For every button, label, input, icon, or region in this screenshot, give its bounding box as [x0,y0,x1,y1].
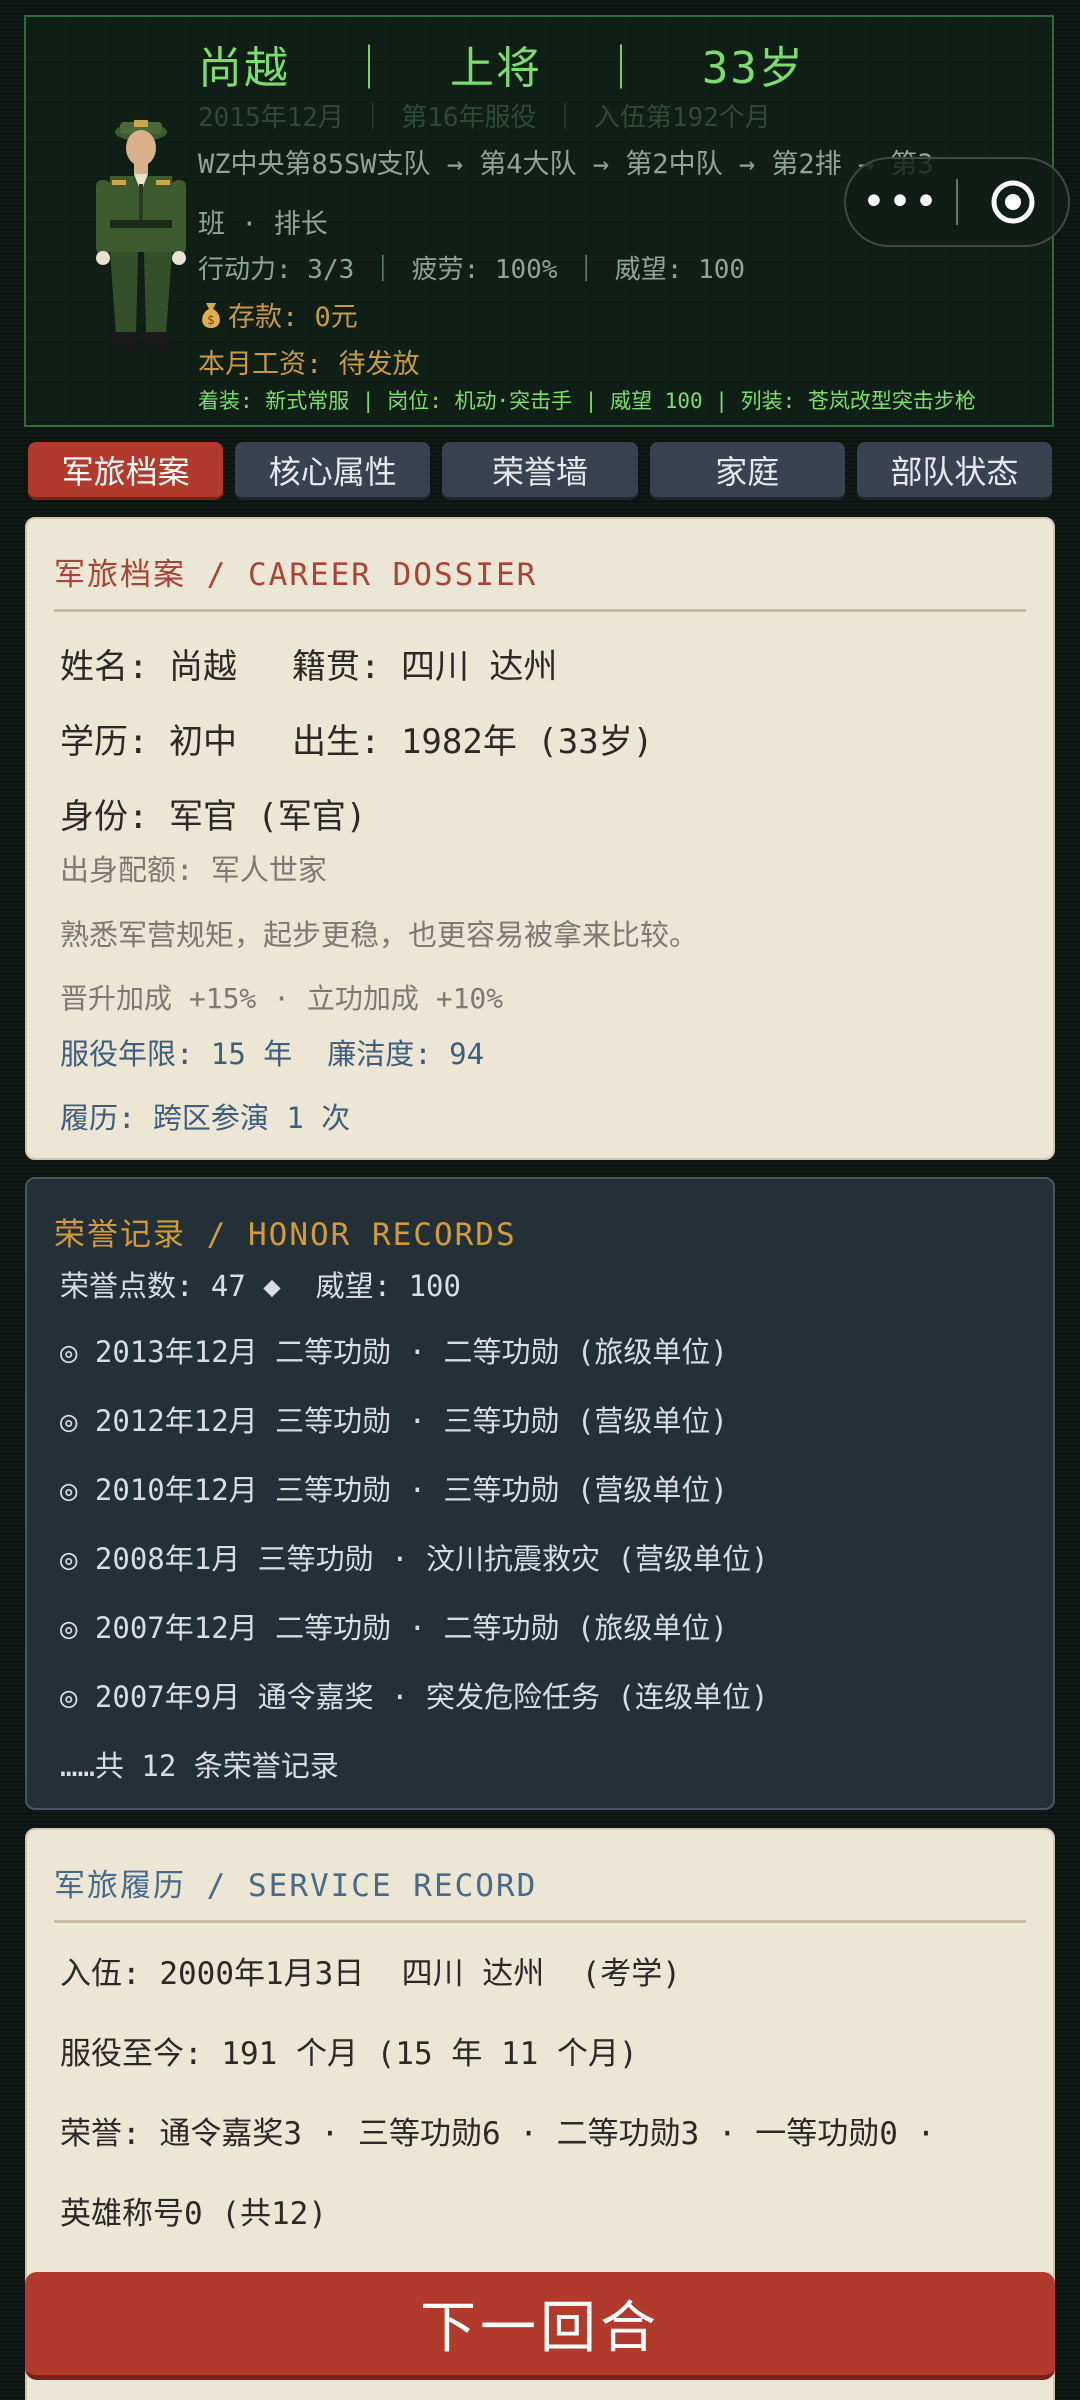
tab-bar: 军旅档案 核心属性 荣誉墙 家庭 部队状态 [28,442,1053,500]
identity-field: 身份: 军官 (军官) [60,797,367,837]
education-field: 学历: 初中 [60,722,237,762]
honor-records-card: 荣誉记录 / HONOR RECORDS 荣誉点数: 47 ◆ 威望: 100 … [25,1177,1055,1810]
service-divider [54,1920,1026,1923]
honor-more: ……共 12 条荣誉记录 [60,1749,339,1783]
honor-title: 荣誉记录 / HONOR RECORDS [54,1217,517,1253]
tab-career-dossier[interactable]: 军旅档案 [28,442,224,500]
money-bag-icon: $ [202,302,220,328]
svg-text:$: $ [207,313,215,327]
savings: $ 存款: 0元 [198,295,358,334]
honor-record: ◎ 2010年12月 三等功勋 · 三等功勋 (营级单位) [60,1473,728,1507]
honor-summary-cont: 英雄称号0 (共12) [60,2196,327,2232]
honor-record: ◎ 2007年9月 通令嘉奖 · 突发危险任务 (连级单位) [60,1680,769,1714]
origin-quota: 出身配额: 军人世家 [60,853,327,887]
service-years-integrity: 服役年限: 15 年 廉洁度: 94 [60,1037,485,1071]
tab-honor-wall[interactable]: 荣誉墙 [442,442,638,500]
honor-summary: 荣誉: 通令嘉奖3 · 三等功勋6 · 二等功勋3 · 一等功勋0 · [60,2116,936,2152]
character-header: 尚越 ｜ 上将 ｜ 33岁 2015年12月 ｜ 第16年服役 ｜ 入伍第192… [24,15,1070,427]
enlist-info: 入伍: 2000年1月3日 四川 达州 (考学) [60,1956,681,1992]
action-stats: 行动力: 3/3 ｜ 疲劳: 100% ｜ 威望: 100 [198,255,746,285]
honor-record: ◎ 2008年1月 三等功勋 · 汶川抗震救灾 (营级单位) [60,1542,769,1576]
savings-text: 存款: 0元 [228,302,358,333]
tab-unit-status[interactable]: 部队状态 [856,442,1053,500]
honor-record: ◎ 2013年12月 二等功勋 · 二等功勋 (旅级单位) [60,1335,728,1369]
service-title: 军旅履历 / SERVICE RECORD [54,1868,538,1904]
bonus-line: 晋升加成 +15% · 立功加成 +10% [60,982,504,1015]
next-turn-button[interactable]: 下一回合 [25,2272,1055,2380]
tab-core-attributes[interactable]: 核心属性 [235,442,431,500]
birth-field: 出生: 1982年 (33岁) [292,722,654,762]
service-duration: 服役至今: 191 个月 (15 年 11 个月) [60,2036,638,2072]
date-service-subtitle: 2015年12月 ｜ 第16年服役 ｜ 入伍第192个月 [198,103,771,133]
monthly-salary: 本月工资: 待发放 [198,349,420,380]
dossier-title: 军旅档案 / CAREER DOSSIER [54,557,538,593]
more-dots-icon[interactable]: ••• [846,182,956,222]
career-dossier-card: 军旅档案 / CAREER DOSSIER 姓名: 尚越 籍贯: 四川 达州 学… [25,517,1055,1160]
soldier-avatar [96,120,186,350]
origin-description: 熟悉军营规矩，起步更稳，也更容易被拿来比较。 [60,918,699,952]
character-title: 尚越 ｜ 上将 ｜ 33岁 [198,43,805,94]
name-field: 姓名: 尚越 [60,647,237,687]
dossier-divider [54,609,1026,612]
mini-program-capsule: ••• [844,157,1070,247]
unit-path-cont: 班 · 排长 [198,209,328,240]
target-circle-icon[interactable] [958,178,1068,226]
tab-family[interactable]: 家庭 [649,442,845,500]
native-place-field: 籍贯: 四川 达州 [292,647,558,687]
honor-record: ◎ 2007年12月 二等功勋 · 二等功勋 (旅级单位) [60,1611,728,1645]
honor-record: ◎ 2012年12月 三等功勋 · 三等功勋 (营级单位) [60,1404,728,1438]
honor-points: 荣誉点数: 47 ◆ 威望: 100 [60,1269,461,1303]
history-line: 履历: 跨区参演 1 次 [60,1101,351,1135]
equipment-line: 着装: 新式常服 | 岗位: 机动·突击手 | 威望 100 | 列装: 苍岚改… [198,389,976,413]
